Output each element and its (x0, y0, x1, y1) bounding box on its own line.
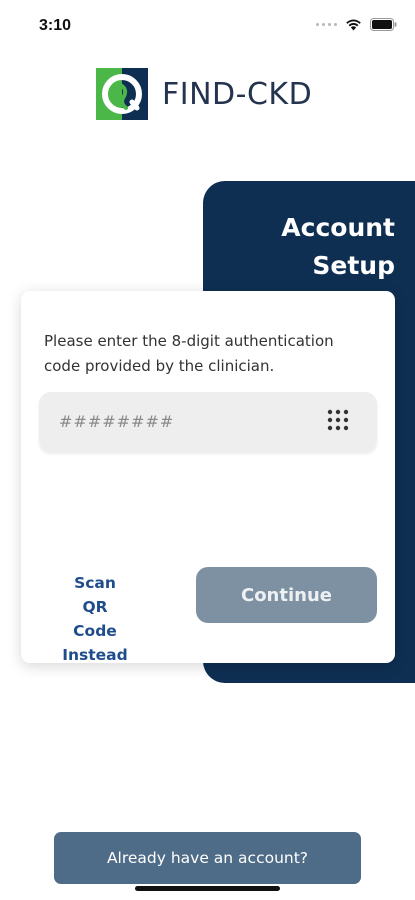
battery-icon (370, 18, 397, 31)
keypad-icon[interactable] (326, 409, 350, 433)
cellular-signal-icon (316, 23, 337, 26)
authentication-code-input[interactable] (59, 404, 309, 438)
page-title-line-2: Setup (312, 251, 395, 280)
authentication-code-field[interactable] (39, 392, 377, 452)
status-time: 3:10 (39, 17, 72, 34)
status-icons (316, 18, 397, 31)
continue-button[interactable]: Continue (196, 567, 377, 623)
page-title: Account Setup (281, 209, 395, 285)
wifi-icon (346, 19, 361, 31)
page-title-line-1: Account (281, 213, 395, 242)
brand-name: FIND-CKD (162, 76, 313, 112)
already-have-account-button[interactable]: Already have an account? (54, 832, 361, 884)
status-bar: 3:10 (0, 0, 415, 54)
scan-qr-code-link[interactable]: Scan QR Code Instead (59, 571, 131, 667)
brand-logo: FIND-CKD (96, 68, 312, 120)
instruction-text: Please enter the 8-digit authentication … (44, 332, 334, 375)
account-setup-screen: 3:10 FIND-CKD Account Setup Please enter… (0, 0, 415, 900)
find-ckd-logo-icon (96, 68, 148, 120)
home-indicator (135, 886, 280, 891)
authentication-card: Please enter the 8-digit authentication … (21, 291, 395, 664)
